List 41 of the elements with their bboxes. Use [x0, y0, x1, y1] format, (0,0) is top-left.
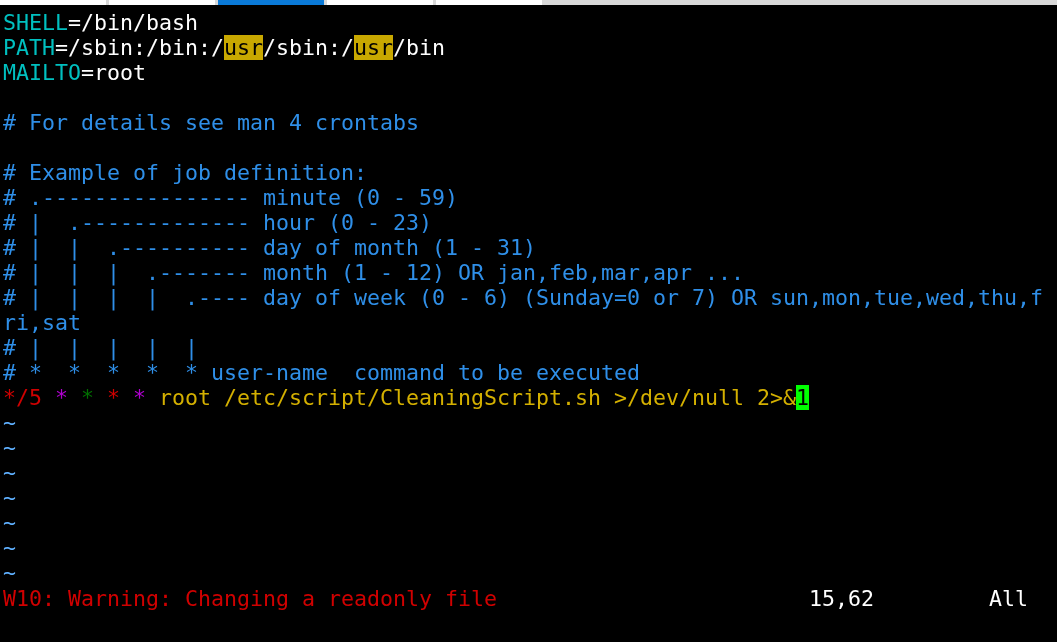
search-match: usr	[354, 35, 394, 60]
variable-name: PATH	[3, 35, 55, 60]
cron-field: *	[133, 385, 160, 410]
comment-text: # | | | | .---- day of week (0 - 6) (Sunday=0 or 7) OR sun,mon,tue,wed,thu,fri,sat	[3, 285, 1044, 335]
comment-text: # Example of job definition:	[3, 160, 367, 185]
comment-text: # .---------------- minute (0 - 59)	[3, 185, 459, 210]
tab[interactable]	[327, 0, 433, 5]
cron-field: *	[107, 385, 134, 410]
variable-name: SHELL	[3, 10, 68, 35]
empty-line-marker: ~	[3, 510, 16, 535]
tab[interactable]	[436, 0, 542, 5]
comment-text: # | | .---------- day of month (1 - 31)	[3, 235, 537, 260]
variable-name: MAILTO	[3, 60, 81, 85]
search-match: usr	[224, 35, 264, 60]
comment-text: # * * * * * user-name command to be executed	[3, 360, 641, 385]
scroll-position: All	[989, 586, 1029, 611]
empty-line-marker: ~	[3, 485, 16, 510]
cron-field: *	[81, 385, 108, 410]
cursor-character: 1	[796, 385, 810, 410]
cron-command: root /etc/script/CleaningScript.sh >/dev/null 2>&	[159, 385, 797, 410]
code-text: /sbin:/	[263, 35, 355, 60]
empty-line-marker: ~	[3, 560, 16, 585]
code-text: =/sbin:/bin:/	[55, 35, 225, 60]
code-text: /bin	[393, 35, 446, 60]
cron-field: *	[55, 385, 82, 410]
warning-message: W10: Warning: Changing a readonly file	[3, 586, 499, 611]
comment-text: # | | | | |	[3, 335, 198, 360]
comment-text: # For details see man 4 crontabs	[3, 110, 420, 135]
code-text: =/bin/bash	[68, 10, 199, 35]
empty-line-marker: ~	[3, 435, 16, 460]
tab[interactable]	[218, 0, 324, 5]
comment-text: # | | | .------- month (1 - 12) OR jan,feb,mar,apr ...	[3, 260, 745, 285]
empty-line-marker: ~	[3, 410, 16, 435]
empty-line-marker: ~	[3, 460, 16, 485]
empty-line-marker: ~	[3, 535, 16, 560]
tab[interactable]	[109, 0, 215, 5]
cron-field: */5	[3, 385, 55, 410]
comment-text: # | .------------- hour (0 - 23)	[3, 210, 433, 235]
tab[interactable]	[0, 0, 106, 5]
code-text: =root	[81, 60, 147, 85]
cursor-position: 15,62	[809, 586, 875, 611]
